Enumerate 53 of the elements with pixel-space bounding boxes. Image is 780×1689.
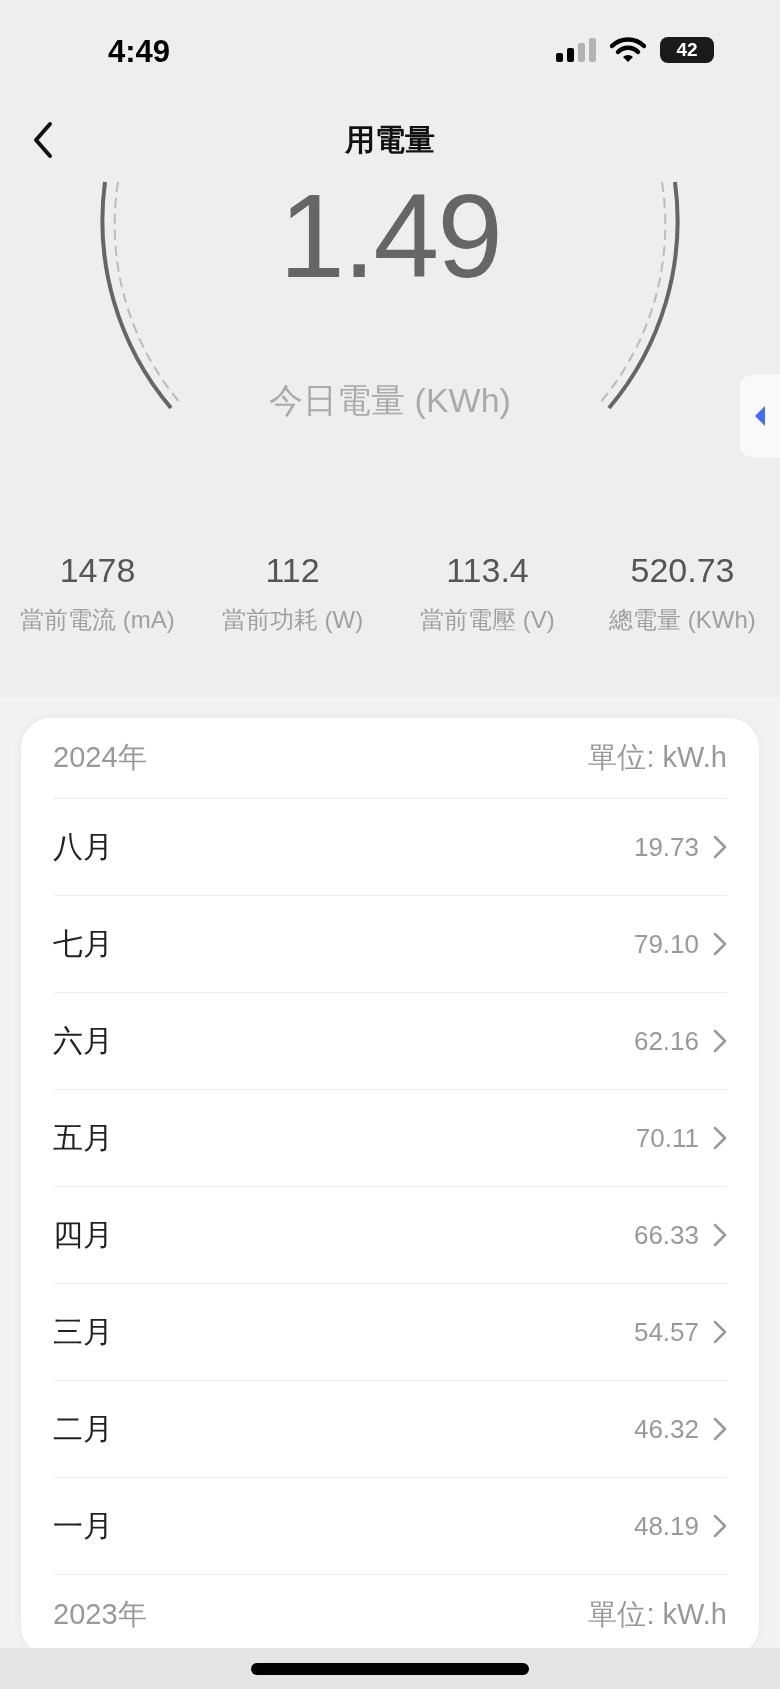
month-value: 46.32 <box>633 1413 699 1445</box>
chevron-right-icon <box>713 1320 727 1344</box>
month-name: 五月 <box>53 1119 113 1156</box>
signal-icon <box>556 38 596 62</box>
unit-label: 單位: kW.h <box>588 1597 727 1632</box>
wifi-icon <box>610 37 646 63</box>
unit-label: 單位: kW.h <box>588 740 727 775</box>
home-indicator[interactable] <box>251 1662 529 1675</box>
month-value: 54.57 <box>633 1316 699 1348</box>
month-row[interactable]: 六月 62.16 <box>53 993 727 1090</box>
month-row[interactable]: 二月 46.32 <box>53 1381 727 1478</box>
month-name: 四月 <box>53 1216 113 1253</box>
month-name: 六月 <box>53 1022 113 1059</box>
month-row[interactable]: 八月 19.73 <box>53 799 727 896</box>
chevron-right-icon <box>713 1126 727 1150</box>
month-name: 八月 <box>53 828 113 865</box>
today-energy-value: 1.49 <box>279 172 501 302</box>
month-value: 62.16 <box>633 1025 699 1057</box>
chevron-right-icon <box>713 932 727 956</box>
month-name: 三月 <box>53 1313 113 1350</box>
month-value: 19.73 <box>633 831 699 863</box>
chevron-right-icon <box>713 835 727 859</box>
month-row[interactable]: 三月 54.57 <box>53 1284 727 1381</box>
page-title: 用電量 <box>345 121 435 158</box>
drawer-handle[interactable] <box>740 375 780 457</box>
stat-label: 當前功耗 (W) <box>221 605 364 635</box>
year-heading: 2023年 <box>53 1597 147 1632</box>
stat-value: 1478 <box>59 551 136 590</box>
month-value: 70.11 <box>635 1122 699 1154</box>
month-name: 七月 <box>53 925 113 962</box>
month-value: 79.10 <box>633 928 699 960</box>
stat-label: 當前電流 (mA) <box>20 605 175 635</box>
chevron-right-icon <box>713 1514 727 1538</box>
stat-value: 112 <box>265 551 320 590</box>
chevron-right-icon <box>713 1029 727 1053</box>
year-heading: 2024年 <box>53 740 147 775</box>
chevron-right-icon <box>713 1223 727 1247</box>
month-row[interactable]: 四月 66.33 <box>53 1187 727 1284</box>
battery-indicator: 42 <box>660 37 714 63</box>
month-name: 一月 <box>53 1507 113 1544</box>
status-time: 4:49 <box>108 33 171 70</box>
month-name: 二月 <box>53 1410 113 1447</box>
stat-value: 113.4 <box>446 551 529 590</box>
month-value: 48.19 <box>633 1510 699 1542</box>
month-row[interactable]: 一月 48.19 <box>53 1478 727 1575</box>
stat-label: 當前電壓 (V) <box>420 605 555 635</box>
month-row[interactable]: 七月 79.10 <box>53 896 727 993</box>
stat-value: 520.73 <box>630 551 735 590</box>
month-value: 66.33 <box>633 1219 699 1251</box>
chevron-right-icon <box>713 1417 727 1441</box>
month-row[interactable]: 五月 70.11 <box>53 1090 727 1187</box>
today-energy-label: 今日電量 (KWh) <box>269 379 511 421</box>
stat-label: 總電量 (KWh) <box>609 605 756 635</box>
